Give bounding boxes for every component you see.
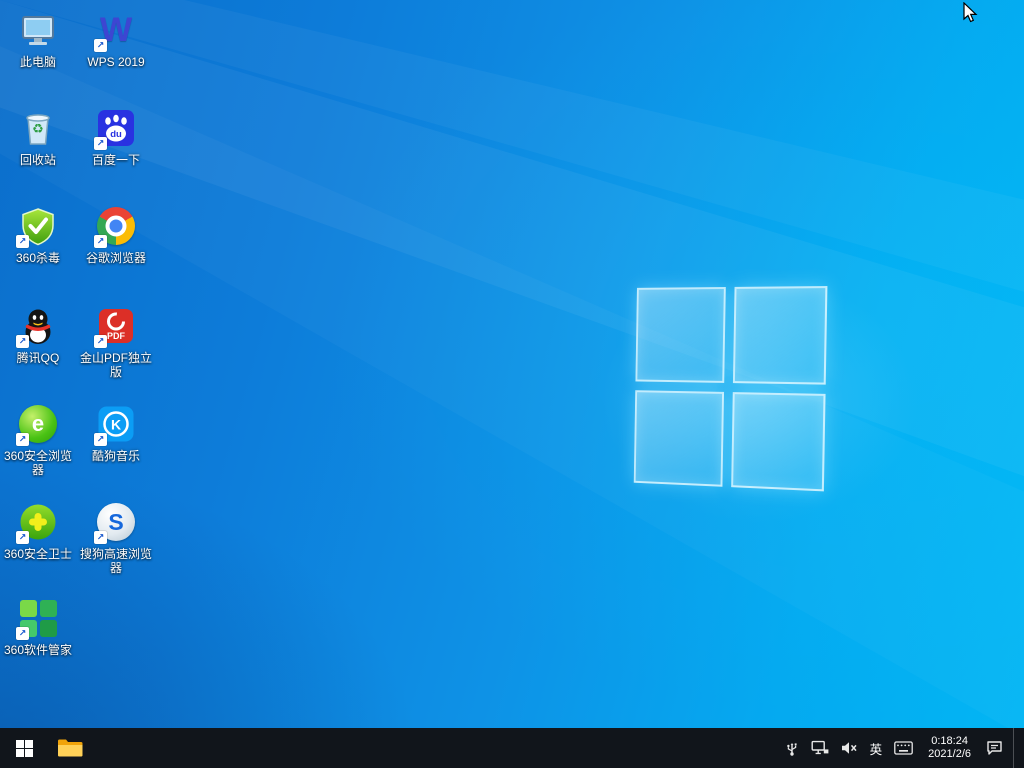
windows-desktop: 此电脑 ♻ 回收站 xyxy=(0,0,1024,768)
kingsoft-pdf-icon: PDF ↗ xyxy=(94,304,138,348)
shortcut-arrow-overlay: ↗ xyxy=(16,235,29,248)
system-tray: 英 0:18:24 2021/2/6 xyxy=(783,728,1024,768)
desktop-icon-label: 360安全浏览器 xyxy=(0,449,76,477)
clock-date: 2021/2/6 xyxy=(928,748,971,761)
desktop-icon-kugou-music[interactable]: K ↗ 酷狗音乐 xyxy=(78,402,154,463)
shortcut-arrow-overlay: ↗ xyxy=(94,235,107,248)
volume-muted-icon[interactable] xyxy=(839,728,859,768)
clock-time: 0:18:24 xyxy=(928,735,971,748)
browser-e-glyph: e xyxy=(32,413,44,435)
windows-logo-wallpaper xyxy=(634,286,828,491)
file-explorer-taskbar-button[interactable] xyxy=(48,728,92,768)
windows-logo-pane xyxy=(634,390,724,487)
svg-text:PDF: PDF xyxy=(107,331,126,341)
desktop-icon-360-safe-guard[interactable]: ↗ 360安全卫士 xyxy=(0,500,76,561)
sogou-icon: S ↗ xyxy=(94,500,138,544)
shortcut-arrow-overlay: ↗ xyxy=(94,531,107,544)
shortcut-arrow-overlay: ↗ xyxy=(16,627,29,640)
this-pc-icon xyxy=(16,8,60,52)
desktop-icon-kingsoft-pdf[interactable]: PDF ↗ 金山PDF独立版 xyxy=(78,304,154,379)
action-center-button[interactable] xyxy=(985,728,1004,768)
shortcut-arrow-overlay: ↗ xyxy=(16,531,29,544)
shortcut-arrow-overlay: ↗ xyxy=(94,433,107,446)
desktop-icon-recycle-bin[interactable]: ♻ 回收站 xyxy=(0,106,76,167)
show-desktop-button[interactable] xyxy=(1013,728,1018,768)
desktop-icon-label: 360杀毒 xyxy=(16,251,60,265)
desktop-icon-this-pc[interactable]: 此电脑 xyxy=(0,8,76,69)
folder-icon xyxy=(57,738,83,758)
desktop-icon-wps-2019[interactable]: W ↗ WPS 2019 xyxy=(78,8,154,69)
shortcut-arrow-overlay: ↗ xyxy=(16,335,29,348)
shortcut-arrow-overlay: ↗ xyxy=(16,433,29,446)
sogou-s-glyph: S xyxy=(108,511,123,534)
desktop-icon-label: 谷歌浏览器 xyxy=(86,251,146,265)
desktop-icon-label: 回收站 xyxy=(20,153,56,167)
recycle-symbol: ♻ xyxy=(16,121,60,137)
desktop-icon-360-antivirus[interactable]: ↗ 360杀毒 xyxy=(0,204,76,265)
desktop-icon-label: 腾讯QQ xyxy=(17,351,60,365)
kugou-icon: K ↗ xyxy=(94,402,138,446)
desktop-icon-label: 360软件管家 xyxy=(4,643,72,657)
desktop-icon-grid: 此电脑 ♻ 回收站 xyxy=(0,0,160,700)
svg-text:K: K xyxy=(111,417,121,433)
desktop-icon-label: 搜狗高速浏览器 xyxy=(78,547,154,575)
start-button[interactable] xyxy=(0,728,48,768)
360-browser-icon: e ↗ xyxy=(16,402,60,446)
touch-keyboard-icon[interactable] xyxy=(893,728,914,768)
taskbar-empty-area xyxy=(92,728,783,768)
wps-icon: W ↗ xyxy=(94,8,138,52)
recycle-bin-icon: ♻ xyxy=(16,106,60,150)
windows-start-icon xyxy=(16,740,33,757)
desktop-icon-label: 金山PDF独立版 xyxy=(78,351,154,379)
desktop-icon-label: 360安全卫士 xyxy=(4,547,72,561)
desktop-icon-chrome[interactable]: ↗ 谷歌浏览器 xyxy=(78,204,154,265)
desktop-icon-baidu[interactable]: du ↗ 百度一下 xyxy=(78,106,154,167)
360-software-manager-icon: ↗ xyxy=(16,596,60,640)
ime-indicator[interactable]: 英 xyxy=(868,728,885,768)
360-antivirus-icon: ↗ xyxy=(16,204,60,248)
action-center-icon xyxy=(986,740,1003,756)
shortcut-arrow-overlay: ↗ xyxy=(94,137,107,150)
mouse-cursor xyxy=(963,2,979,24)
taskbar: 英 0:18:24 2021/2/6 xyxy=(0,728,1024,768)
desktop-icon-label: 百度一下 xyxy=(92,153,140,167)
desktop-icon-360-software-manager[interactable]: ↗ 360软件管家 xyxy=(0,596,76,657)
desktop-icon-sogou-browser[interactable]: S ↗ 搜狗高速浏览器 xyxy=(78,500,154,575)
desktop-icon-tencent-qq[interactable]: ↗ 腾讯QQ xyxy=(0,304,76,365)
baidu-icon: du ↗ xyxy=(94,106,138,150)
chrome-icon: ↗ xyxy=(94,204,138,248)
windows-logo-pane xyxy=(731,392,826,492)
taskbar-clock[interactable]: 0:18:24 2021/2/6 xyxy=(923,735,976,761)
desktop-icon-360-secure-browser[interactable]: e ↗ 360安全浏览器 xyxy=(0,402,76,477)
usb-safely-remove-icon[interactable] xyxy=(783,728,801,768)
shortcut-arrow-overlay: ↗ xyxy=(94,335,107,348)
desktop-icon-label: 酷狗音乐 xyxy=(92,449,140,463)
windows-logo-pane xyxy=(732,286,827,384)
desktop-icon-label: WPS 2019 xyxy=(87,55,144,69)
360-safe-guard-icon: ↗ xyxy=(16,500,60,544)
desktop-icon-label: 此电脑 xyxy=(20,55,56,69)
svg-text:du: du xyxy=(110,129,122,140)
qq-penguin-icon: ↗ xyxy=(16,304,60,348)
network-icon[interactable] xyxy=(810,728,830,768)
windows-logo-pane xyxy=(635,287,725,382)
shortcut-arrow-overlay: ↗ xyxy=(94,39,107,52)
